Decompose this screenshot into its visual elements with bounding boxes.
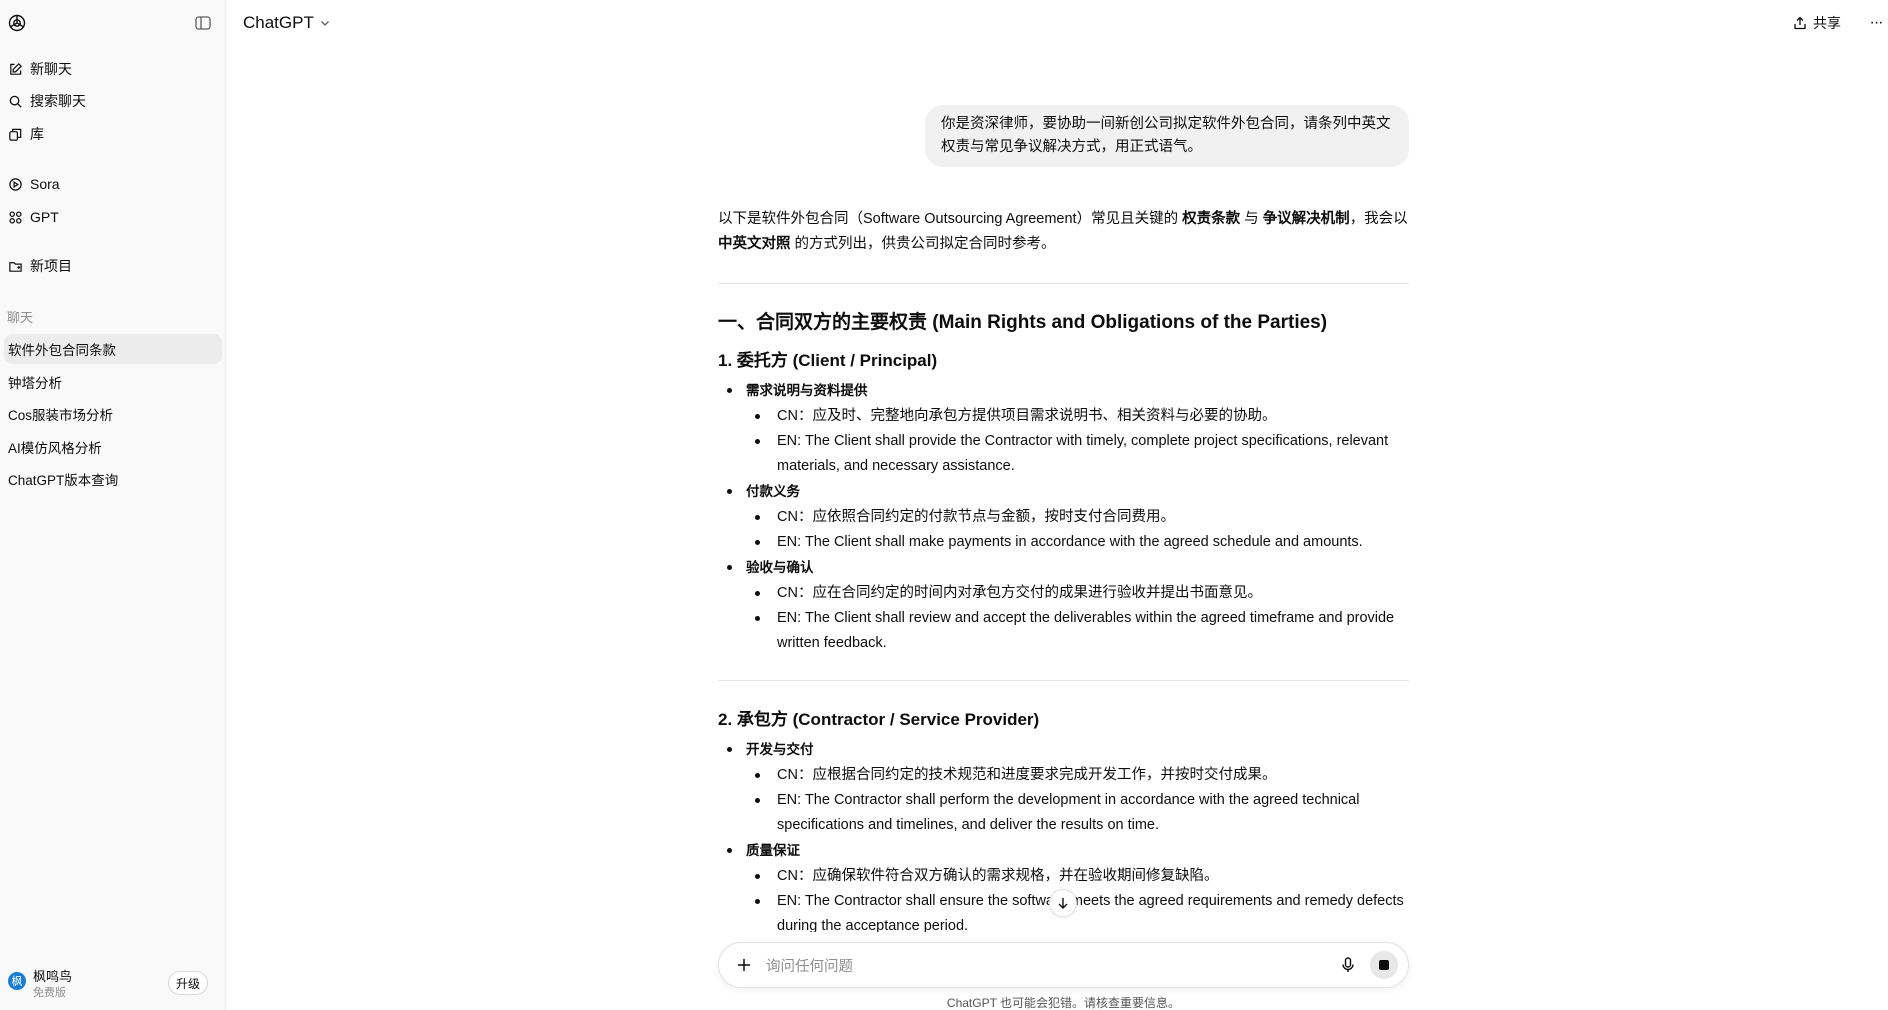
party-heading: 2. 承包方 (Contractor / Service Provider)	[718, 710, 1040, 729]
obligation-label: 需求说明与资料提供	[746, 383, 868, 398]
more-options-icon[interactable]: ···	[1866, 11, 1886, 35]
chat-history-item[interactable]: 软件外包合同条款	[4, 334, 222, 364]
chat-history-item[interactable]: ChatGPT版本查询	[4, 464, 222, 494]
grid-icon	[7, 209, 23, 225]
obligation-label: 验收与确认	[746, 560, 814, 575]
sidebar-nav-label: 搜索聊天	[30, 93, 86, 109]
scroll-down-button[interactable]	[1049, 889, 1077, 917]
list-item: 付款义务 CN：应依照合同约定的付款节点与金额，按时支付合同费用。 EN: The …	[718, 479, 1409, 555]
intro-text: ，我会以	[1349, 211, 1408, 227]
clause-text: CN：应依照合同约定的付款节点与金额，按时支付合同费用。	[746, 505, 1409, 530]
conversation: 你是资深律师，要协助一间新创公司拟定软件外包合同，请条列中英文权责与常见争议解决…	[718, 0, 1409, 939]
obligation-label: 付款义务	[746, 484, 800, 499]
clause-text: EN: The Client shall make payments in ac…	[746, 530, 1409, 555]
divider	[718, 680, 1409, 681]
sidebar-toggle-icon[interactable]	[194, 14, 212, 32]
share-button[interactable]: 共享	[1792, 11, 1841, 35]
sidebar-nav-label: 库	[30, 126, 44, 142]
message-input[interactable]: 询问任何问题	[766, 943, 853, 987]
divider	[718, 283, 1409, 284]
share-label: 共享	[1813, 15, 1841, 31]
chevron-down-icon	[320, 21, 329, 26]
intro-text: 的方式列出，供贵公司拟定合同时参考。	[790, 236, 1056, 252]
avatar[interactable]: 枫	[8, 972, 26, 990]
sidebar-nav-label: GPT	[30, 209, 59, 225]
list-item: 需求说明与资料提供 CN：应及时、完整地向承包方提供项目需求说明书、相关资料与必要…	[718, 378, 1409, 479]
clause-text: CN：应在合同约定的时间内对承包方交付的成果进行验收并提出书面意见。	[746, 581, 1409, 606]
clause-list: CN：应确保软件符合双方确认的需求规格，并在验收期间修复缺陷。 EN: The C…	[746, 864, 1409, 939]
party-heading: 1. 委托方 (Client / Principal)	[718, 351, 938, 370]
disclaimer: ChatGPT 也可能会犯错。请核查重要信息。	[946, 996, 1181, 1010]
obligation-label: 质量保证	[746, 843, 800, 858]
search-icon	[7, 93, 23, 109]
play-circle-icon	[7, 176, 23, 192]
model-selector[interactable]: ChatGPT	[243, 11, 331, 35]
clause-list: CN：应在合同约定的时间内对承包方交付的成果进行验收并提出书面意见。 EN: Th…	[746, 581, 1409, 656]
library-icon	[7, 126, 23, 142]
chats-section-label: 聊天	[7, 310, 34, 325]
main-area: ChatGPT 共享 ··· 你是资深律师，要协助一间新创公司拟定软件外包合同，…	[226, 0, 1888, 1010]
user-message: 你是资深律师，要协助一间新创公司拟定软件外包合同，请条列中英文权责与常见争议解决…	[925, 105, 1409, 167]
chatgpt-logo-icon[interactable]	[7, 13, 27, 33]
user-plan: 免费版	[33, 987, 66, 999]
obligation-label: 开发与交付	[746, 742, 814, 757]
upgrade-button[interactable]: 升级	[168, 971, 208, 995]
folder-plus-icon	[7, 258, 23, 274]
clause-list: CN：应依照合同约定的付款节点与金额，按时支付合同费用。 EN: The Clie…	[746, 505, 1409, 555]
edit-icon	[7, 61, 23, 77]
user-name: 枫鸣鸟	[33, 969, 73, 984]
intro-emphasis: 争议解决机制	[1262, 211, 1350, 227]
obligation-list: 需求说明与资料提供 CN：应及时、完整地向承包方提供项目需求说明书、相关资料与必要…	[718, 378, 1409, 656]
sidebar-nav-item[interactable]: Sora	[7, 171, 60, 197]
plus-icon[interactable]	[735, 956, 753, 974]
clause-text: EN: The Contractor shall perform the dev…	[746, 788, 1409, 838]
list-item: 验收与确认 CN：应在合同约定的时间内对承包方交付的成果进行验收并提出书面意见。 E…	[718, 555, 1409, 656]
share-icon	[1794, 16, 1806, 30]
clause-text: EN: The Client shall provide the Contrac…	[746, 429, 1409, 479]
composer[interactable]: 询问任何问题	[718, 942, 1409, 988]
clause-text: CN：应根据合同约定的技术规范和进度要求完成开发工作，并按时交付成果。	[746, 763, 1409, 788]
list-item: 开发与交付 CN：应根据合同约定的技术规范和进度要求完成开发工作，并按时交付成果。…	[718, 737, 1409, 838]
chat-history-item[interactable]: AI模仿风格分析	[4, 432, 222, 462]
sidebar-nav-item[interactable]: 搜索聊天	[7, 88, 86, 114]
chat-history-item[interactable]: Cos服装市场分析	[4, 399, 222, 429]
sidebar-nav-item[interactable]: GPT	[7, 204, 59, 230]
clause-text: CN：应确保软件符合双方确认的需求规格，并在验收期间修复缺陷。	[746, 864, 1409, 889]
stop-icon	[1379, 960, 1389, 970]
clause-text: EN: The Client shall review and accept t…	[746, 606, 1409, 656]
intro-text: 以下是软件外包合同（Software Outsourcing Agreement…	[718, 211, 1183, 227]
section-heading: 一、合同双方的主要权责 (Main Rights and Obligations…	[718, 312, 1328, 333]
microphone-icon[interactable]	[1339, 956, 1357, 974]
intro-text: 与	[1240, 211, 1263, 227]
sidebar-nav-item[interactable]: 新聊天	[7, 56, 72, 82]
assistant-intro: 以下是软件外包合同（Software Outsourcing Agreement…	[718, 207, 1409, 257]
clause-list: CN：应及时、完整地向承包方提供项目需求说明书、相关资料与必要的协助。 EN: T…	[746, 404, 1409, 479]
chat-history-item[interactable]: 钟塔分析	[4, 367, 222, 397]
user-profile[interactable]: 枫 枫鸣鸟 免费版 升级	[0, 958, 225, 1010]
sidebar: 新聊天搜索聊天库 Sora GPT 新项目 聊天 软件外包合同条款 钟塔分析 Cos服装市…	[0, 0, 226, 1010]
clause-list: CN：应根据合同约定的技术规范和进度要求完成开发工作，并按时交付成果。 EN: T…	[746, 763, 1409, 838]
stop-button[interactable]	[1370, 951, 1398, 979]
arrow-down-icon	[1058, 898, 1068, 909]
sidebar-nav-label: Sora	[30, 176, 60, 192]
intro-emphasis: 权责条款	[1182, 211, 1241, 227]
intro-emphasis: 中英文对照	[718, 236, 791, 252]
sidebar-nav-label: 新聊天	[30, 61, 72, 77]
sidebar-nav-item[interactable]: 库	[7, 121, 44, 147]
sidebar-nav-item[interactable]: 新项目	[7, 253, 72, 279]
clause-text: CN：应及时、完整地向承包方提供项目需求说明书、相关资料与必要的协助。	[746, 404, 1409, 429]
model-label: ChatGPT	[243, 13, 314, 32]
sidebar-nav-label: 新项目	[30, 258, 72, 274]
